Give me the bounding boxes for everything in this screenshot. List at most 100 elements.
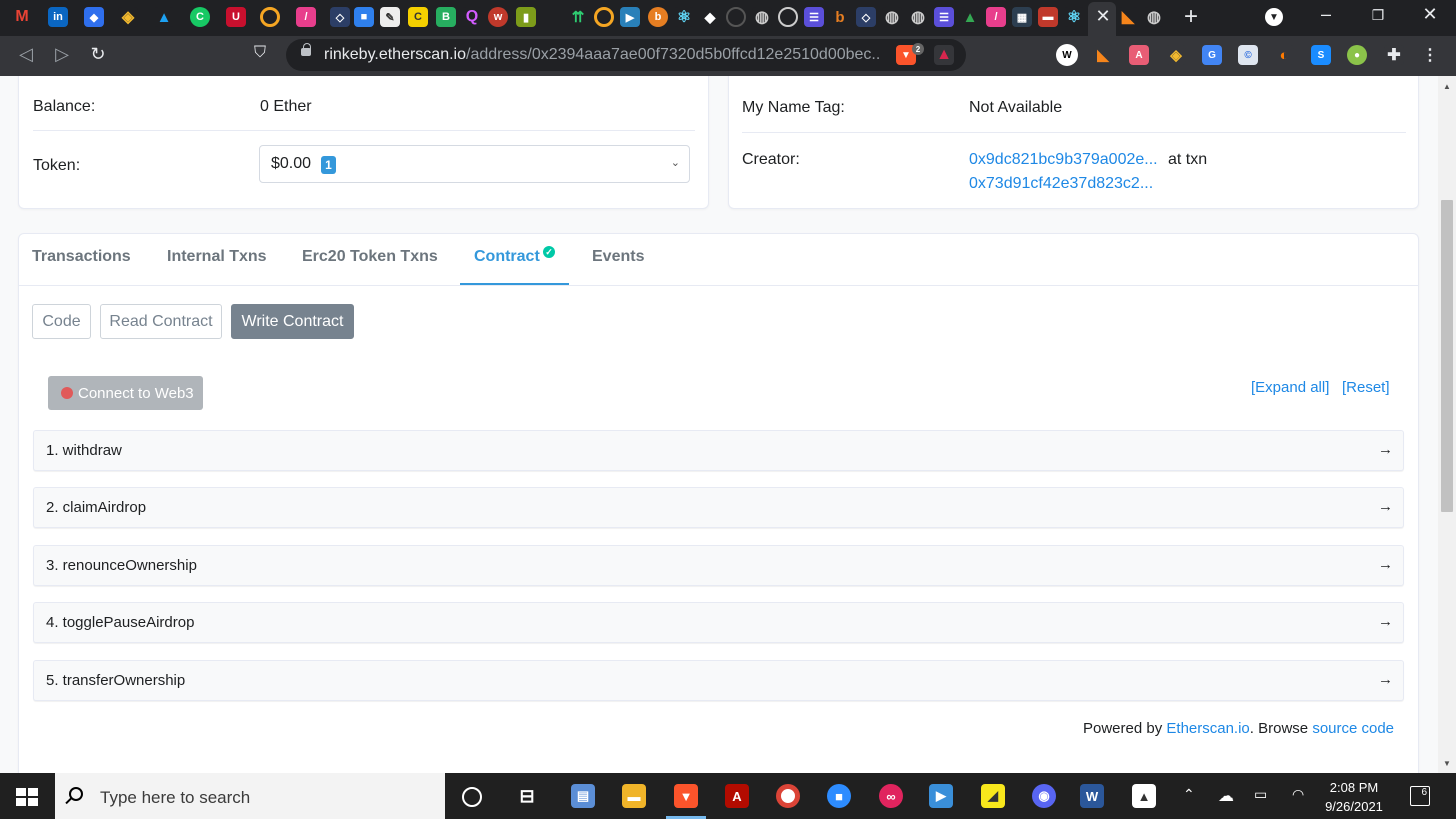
binance-tab-icon[interactable]: ◈	[118, 7, 138, 27]
tab-search-icon[interactable]: ▼	[1265, 8, 1283, 26]
linkedin-tab-icon[interactable]: in	[48, 7, 68, 27]
notification-icon[interactable]: 6	[1410, 786, 1430, 806]
wifi-icon[interactable]: ◠	[1292, 786, 1304, 803]
media-player-icon[interactable]: ▶	[929, 784, 953, 808]
zoom-icon[interactable]: ■	[827, 784, 851, 808]
globe-tab-icon[interactable]: ◍	[908, 7, 928, 27]
extension-icon[interactable]: ●	[1347, 45, 1367, 65]
chevron-up-icon[interactable]: ⌃	[1183, 786, 1195, 803]
brave-rewards-icon[interactable]: ▲	[934, 45, 954, 65]
creative-cloud-icon[interactable]: ∞	[879, 784, 903, 808]
twitter-tab-icon[interactable]: ▲	[154, 7, 174, 27]
extension-icon[interactable]: S	[1311, 45, 1331, 65]
app-tab-icon[interactable]: ▮	[516, 7, 536, 27]
tab-transactions[interactable]: Transactions	[32, 248, 131, 266]
cortana-icon[interactable]	[462, 787, 482, 807]
app-tab-icon[interactable]	[726, 7, 746, 27]
restore-icon[interactable]: ❐	[1363, 7, 1393, 24]
app-tab-icon[interactable]: ◇	[856, 7, 876, 27]
back-icon[interactable]: ◁	[14, 44, 38, 65]
globe-tab-icon[interactable]: ◍	[882, 7, 902, 27]
app-tab-icon[interactable]: ▦	[1012, 7, 1032, 27]
battery-icon[interactable]: ▭	[1254, 786, 1267, 803]
acrobat-icon[interactable]: A	[725, 784, 749, 808]
metamask-icon[interactable]: ◣	[1093, 45, 1113, 65]
function-row[interactable]: 5. transferOwnership →	[33, 660, 1404, 701]
windows-start-icon[interactable]	[16, 788, 38, 806]
sticky-notes-icon[interactable]: ◢	[981, 784, 1005, 808]
menu-icon[interactable]: ⋮	[1420, 45, 1440, 65]
function-row[interactable]: 4. togglePauseAirdrop →	[33, 602, 1404, 643]
app-tab-icon[interactable]: ⇈	[568, 7, 588, 27]
translate-icon[interactable]: G	[1202, 45, 1222, 65]
react-tab-icon[interactable]: ⚛	[1064, 7, 1084, 27]
forward-icon[interactable]: ▷	[50, 44, 74, 65]
app-tab-icon[interactable]: /	[296, 7, 316, 27]
tab-erc20-token-txns[interactable]: Erc20 Token Txns	[302, 248, 438, 266]
reload-icon[interactable]: ↻	[86, 44, 110, 65]
tab-close-icon[interactable]: ✕	[1094, 6, 1112, 27]
app-tab-icon[interactable]: b	[830, 7, 850, 27]
lock-icon[interactable]	[301, 43, 311, 56]
creator-address-link[interactable]: 0x9dc821bc9b379a002e...	[969, 151, 1158, 169]
app-tab-icon[interactable]	[778, 7, 798, 27]
taskbar-search-box[interactable]: Type here to search	[55, 773, 445, 819]
source-code-link[interactable]: source code	[1312, 720, 1394, 737]
write-contract-button[interactable]: Write Contract	[231, 304, 354, 339]
chrome-icon[interactable]	[776, 784, 800, 808]
photos-icon[interactable]: ▲	[1132, 784, 1156, 808]
bookmark-icon[interactable]: ⛉	[248, 44, 272, 62]
creator-txn-link[interactable]: 0x73d91cf42e37d823c2...	[969, 175, 1153, 193]
app-tab-icon[interactable]: ☰	[934, 7, 954, 27]
app-tab-icon[interactable]: Q	[462, 7, 482, 27]
extension-icon[interactable]: ©	[1238, 45, 1258, 65]
extensions-puzzle-icon[interactable]: ✚	[1384, 45, 1404, 65]
app-tab-icon[interactable]	[594, 7, 614, 27]
close-window-icon[interactable]: ✕	[1415, 4, 1445, 25]
word-icon[interactable]: W	[1080, 784, 1104, 808]
app-tab-icon[interactable]: ◆	[84, 7, 104, 27]
scrollbar-thumb[interactable]	[1441, 200, 1453, 512]
app-tab-icon[interactable]: C	[190, 7, 210, 27]
new-tab-icon[interactable]: +	[1180, 3, 1202, 31]
function-row[interactable]: 1. withdraw →	[33, 430, 1404, 471]
task-view-icon[interactable]: ⊟	[515, 784, 539, 808]
scroll-up-icon[interactable]: ▲	[1441, 82, 1453, 91]
app-tab-icon[interactable]: ☰	[804, 7, 824, 27]
app-tab-icon[interactable]: w	[488, 7, 508, 27]
gmail-tab-icon[interactable]: M	[12, 7, 32, 27]
extension-icon[interactable]: W	[1056, 44, 1078, 66]
app-tab-icon[interactable]: ▬	[1038, 7, 1058, 27]
extension-icon[interactable]: A	[1129, 45, 1149, 65]
app-tab-icon[interactable]: ◆	[700, 7, 720, 27]
app-tab-icon[interactable]: U	[226, 7, 246, 27]
app-tab-icon[interactable]: /	[986, 7, 1006, 27]
drive-tab-icon[interactable]: ▲	[960, 7, 980, 27]
system-clock[interactable]: 2:08 PM 9/26/2021	[1318, 778, 1390, 816]
binance-wallet-icon[interactable]: ◈	[1166, 45, 1186, 65]
tab-events[interactable]: Events	[592, 248, 644, 266]
reset-link[interactable]: [Reset]	[1342, 379, 1390, 396]
brave-browser-icon[interactable]: ▼	[674, 784, 698, 808]
connect-web3-button[interactable]: Connect to Web3	[48, 376, 203, 410]
app-tab-icon[interactable]: ✎	[380, 7, 400, 27]
app-icon[interactable]: ▤	[571, 784, 595, 808]
tab-internal-txns[interactable]: Internal Txns	[167, 248, 267, 266]
expand-all-link[interactable]: [Expand all]	[1251, 379, 1329, 396]
app-tab-icon[interactable]: ■	[354, 7, 374, 27]
app-tab-icon[interactable]: B	[436, 7, 456, 27]
app-tab-icon[interactable]: b	[648, 7, 668, 27]
tab-contract[interactable]: Contract	[474, 248, 540, 266]
file-explorer-icon[interactable]: ▬	[622, 784, 646, 808]
metamask-tab-icon[interactable]: ◣	[1118, 7, 1138, 27]
onedrive-icon[interactable]: ☁	[1218, 786, 1234, 806]
function-row[interactable]: 3. renounceOwnership →	[33, 545, 1404, 586]
react-tab-icon[interactable]: ⚛	[674, 7, 694, 27]
scroll-down-icon[interactable]: ▼	[1441, 759, 1453, 768]
minimize-icon[interactable]: –	[1311, 4, 1341, 25]
token-dropdown[interactable]: $0.00 1 ⌄	[259, 145, 690, 183]
code-button[interactable]: Code	[32, 304, 91, 339]
app-tab-icon[interactable]: ◇	[330, 7, 350, 27]
extension-icon[interactable]: ◐	[1274, 45, 1294, 65]
etherscan-link[interactable]: Etherscan.io	[1166, 720, 1249, 737]
